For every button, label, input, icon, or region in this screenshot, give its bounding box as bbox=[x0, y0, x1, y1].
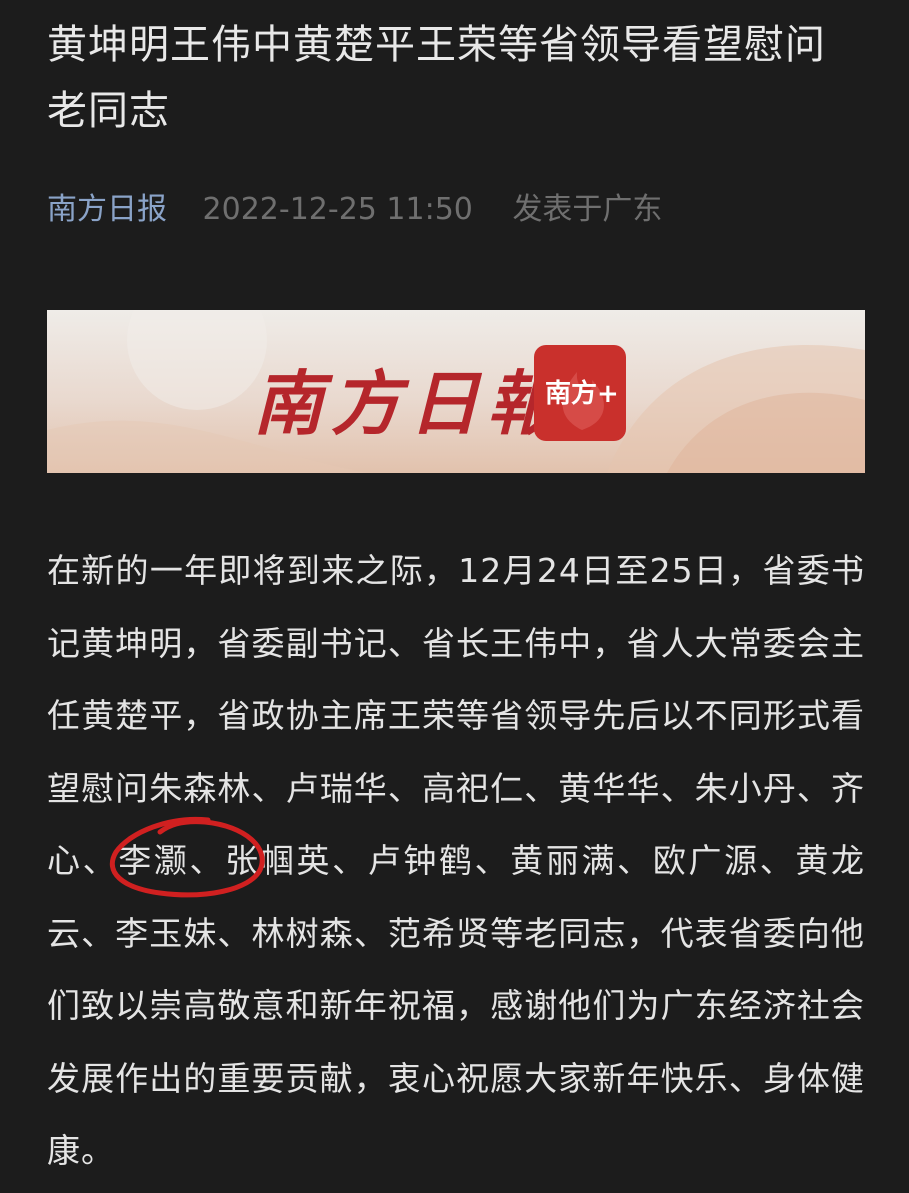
article-title: 黄坤明王伟中黄楚平王荣等省领导看望慰问老同志 bbox=[47, 22, 826, 134]
newspaper-banner: 南方日報 南方+ bbox=[47, 310, 865, 473]
article-meta: 南方日报 2022-12-25 11:50 发表于广东 bbox=[47, 190, 865, 230]
banner-graphic: 南方日報 南方+ bbox=[47, 310, 865, 473]
banner-logo-text: 南方日報 bbox=[253, 362, 566, 445]
source-link[interactable]: 南方日报 bbox=[47, 192, 167, 227]
article: 黄坤明王伟中黄楚平王荣等省领导看望慰问老同志 南方日报 2022-12-25 1… bbox=[47, 0, 865, 1170]
publish-time: 2022-12-25 11:50 bbox=[202, 192, 473, 227]
app-badge-label: 南方+ bbox=[545, 378, 619, 409]
publish-location: 发表于广东 bbox=[512, 192, 663, 227]
article-body: 在新的一年即将到来之际，12月24日至25日，省委书记黄坤明，省委副书记、省长王… bbox=[47, 551, 865, 1170]
